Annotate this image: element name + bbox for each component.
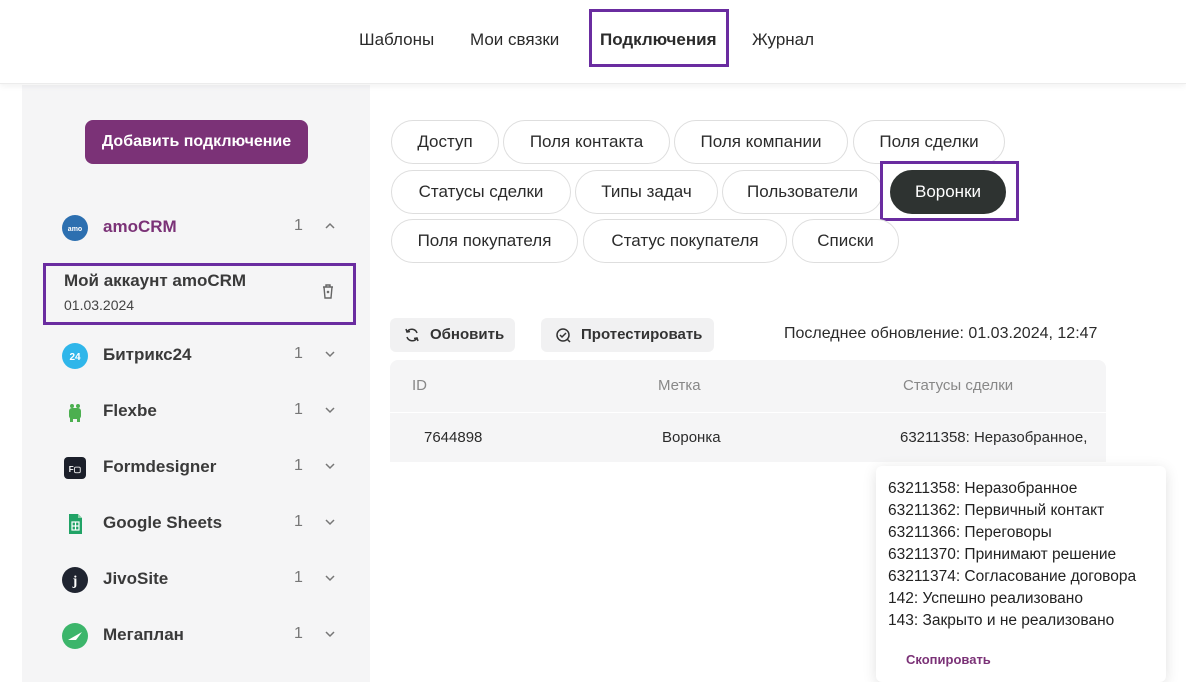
svg-text:24: 24	[69, 352, 81, 363]
connection-count: 1	[294, 345, 303, 362]
status-line: 63211366: Переговоры	[888, 524, 1052, 541]
cell-id: 7644898	[424, 429, 483, 446]
chevron-down-icon[interactable]	[324, 516, 336, 528]
highlight-box-connections	[589, 9, 729, 67]
add-connection-button[interactable]: Добавить подключение	[85, 120, 308, 164]
status-line: 63211362: Первичный контакт	[888, 502, 1105, 519]
tab-deal-fields[interactable]: Поля сделки	[853, 120, 1005, 164]
connection-count: 1	[294, 401, 303, 418]
cell-label: Воронка	[662, 429, 721, 446]
status-line: 63211358: Неразобранное	[888, 480, 1078, 497]
sidebar-item-label: amoCRM	[103, 217, 177, 236]
top-navigation: Шаблоны Мои связки Подключения Журнал	[0, 0, 1186, 84]
nav-tab-templates[interactable]: Шаблоны	[359, 28, 434, 52]
sidebar-item-label: Formdesigner	[103, 457, 217, 476]
jivosite-icon: j	[62, 567, 88, 593]
nav-tab-my-bundles[interactable]: Мои связки	[470, 28, 559, 52]
test-button[interactable]: Протестировать	[541, 318, 714, 352]
sidebar-item-label: JivoSite	[103, 569, 169, 588]
cell-statuses[interactable]: 63211358: Неразобранное,	[900, 429, 1087, 446]
sidebar-item-amocrm[interactable]: amo amoCRM 1	[22, 208, 370, 248]
sidebar-item-label: Битрикс24	[103, 345, 192, 364]
highlight-box-pipelines	[880, 161, 1019, 221]
copy-link[interactable]: Скопировать	[906, 652, 991, 667]
sidebar-item-megaplan[interactable]: Мегаплан 1	[22, 616, 370, 656]
sidebar-item-label: Flexbe	[103, 401, 157, 420]
tab-company-fields[interactable]: Поля компании	[674, 120, 848, 164]
status-line: 142: Успешно реализовано	[888, 590, 1083, 607]
status-line: 63211374: Согласование договора	[888, 568, 1137, 585]
formdesigner-icon: F▢	[64, 457, 86, 479]
check-circle-icon	[556, 328, 571, 343]
sidebar-item-google-sheets[interactable]: Google Sheets 1	[22, 504, 370, 544]
chevron-down-icon[interactable]	[324, 628, 336, 640]
refresh-label: Обновить	[430, 326, 505, 343]
status-line: 143: Закрыто и не реализовано	[888, 612, 1115, 629]
megaplan-icon	[62, 623, 88, 649]
chevron-down-icon[interactable]	[324, 460, 336, 472]
sidebar-item-formdesigner[interactable]: F▢ Formdesigner 1	[22, 448, 370, 488]
highlight-box-account	[43, 263, 356, 325]
tab-task-types[interactable]: Типы задач	[575, 170, 718, 214]
nav-tab-journal[interactable]: Журнал	[752, 28, 814, 52]
tab-access[interactable]: Доступ	[391, 120, 499, 164]
test-label: Протестировать	[581, 326, 703, 343]
connection-count: 1	[294, 513, 303, 530]
table-row[interactable]: 7644898 Воронка 63211358: Неразобранное,	[390, 412, 1106, 462]
tab-users[interactable]: Пользователи	[722, 170, 883, 214]
status-line: 63211370: Принимают решение	[888, 546, 1117, 563]
amocrm-icon: amo	[62, 215, 88, 241]
sidebar: Добавить подключение amo amoCRM 1 Мой ак…	[22, 85, 370, 682]
sidebar-item-bitrix24[interactable]: 24 Битрикс24 1	[22, 336, 370, 376]
refresh-button[interactable]: Обновить	[390, 318, 515, 352]
svg-text:j: j	[72, 574, 78, 589]
connection-count: 1	[294, 569, 303, 586]
sidebar-item-label: Google Sheets	[103, 513, 223, 532]
flexbe-icon	[62, 399, 88, 425]
refresh-icon	[405, 328, 419, 342]
chevron-down-icon[interactable]	[324, 404, 336, 416]
chevron-up-icon[interactable]	[324, 220, 336, 232]
sidebar-item-label: Мегаплан	[103, 625, 184, 644]
chevron-down-icon[interactable]	[324, 572, 336, 584]
last-update-text: Последнее обновление: 01.03.2024, 12:47	[784, 325, 1098, 342]
column-header-statuses: Статусы сделки	[903, 377, 1014, 394]
chevron-down-icon[interactable]	[324, 348, 336, 360]
google-sheets-icon	[62, 511, 88, 537]
tab-lists[interactable]: Списки	[792, 219, 899, 263]
sidebar-item-jivosite[interactable]: j JivoSite 1	[22, 560, 370, 600]
statuses-tooltip: 63211358: Неразобранное 63211362: Первич…	[876, 466, 1166, 682]
bitrix24-icon: 24	[62, 343, 88, 369]
connection-count: 1	[294, 457, 303, 474]
svg-text:amo: amo	[68, 226, 82, 233]
tab-deal-statuses[interactable]: Статусы сделки	[391, 170, 571, 214]
tab-customer-status[interactable]: Статус покупателя	[583, 219, 787, 263]
column-header-id: ID	[412, 377, 427, 394]
tab-customer-fields[interactable]: Поля покупателя	[391, 219, 578, 263]
column-header-label: Метка	[658, 377, 701, 394]
sidebar-item-flexbe[interactable]: Flexbe 1	[22, 392, 370, 432]
table-header: ID Метка Статусы сделки	[390, 360, 1106, 412]
connection-count: 1	[294, 625, 303, 642]
svg-text:F▢: F▢	[69, 465, 81, 474]
connection-count: 1	[294, 217, 303, 234]
tab-contact-fields[interactable]: Поля контакта	[503, 120, 670, 164]
